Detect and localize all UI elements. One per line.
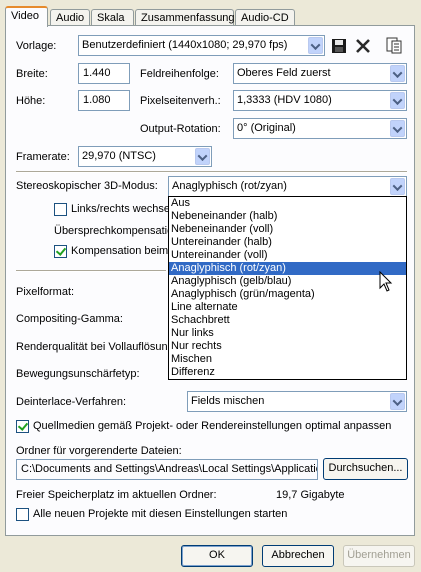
stereo-option[interactable]: Nur links [169,327,406,340]
deinterlace-value: Fields mischen [191,395,265,407]
speicher-label: Freier Speicherplatz im aktuellen Ordner… [16,489,217,501]
tab-skala[interactable]: Skala [91,9,134,26]
output-rotation-value: 0° (Original) [237,122,296,134]
ok-button[interactable]: OK [181,545,253,567]
chevron-down-icon [390,92,405,109]
alle-projekte-checkbox[interactable] [16,508,29,521]
feldreihenfolge-label: Feldreihenfolge: [140,68,219,80]
breite-label: Breite: [16,68,48,80]
stereo-option[interactable]: Anaglyphisch (grün/magenta) [169,288,406,301]
browse-button[interactable]: Durchsuchen... [323,458,408,480]
hoehe-label: Höhe: [16,95,46,107]
ordner-path-input[interactable]: C:\Documents and Settings\Andreas\Local … [16,459,318,480]
divider [16,270,166,272]
output-rotation-select[interactable]: 0° (Original) [233,118,407,139]
alle-projekte-label: Alle neuen Projekte mit diesen Einstellu… [33,508,288,520]
stereo-value: Anaglyphisch (rot/zyan) [172,180,287,192]
stereo-option[interactable]: Untereinander (voll) [169,249,406,262]
stereo-option[interactable]: Schachbrett [169,314,406,327]
ordner-label: Ordner für vorgerenderte Dateien: [16,445,182,457]
stereo-option[interactable]: Anaglyphisch (rot/zyan) [169,262,406,275]
bewegung-label: Bewegungsunschärfetyp: [16,368,140,380]
stereo-option[interactable]: Anaglyphisch (gelb/blau) [169,275,406,288]
quellmedien-label: Quellmedien gemäß Projekt- oder Renderei… [33,420,392,432]
stereo-option[interactable]: Line alternate [169,301,406,314]
pixelseitenverh-select[interactable]: 1,3333 (HDV 1080) [233,90,407,111]
vorlage-select[interactable]: Benutzerdefiniert (1440x1080; 29,970 fps… [78,35,325,56]
kompensation-label: Kompensation beim R [71,245,180,257]
stereo-option[interactable]: Differenz [169,366,406,379]
framerate-select[interactable]: 29,970 (NTSC) [78,146,212,167]
uebersprech-label: Übersprechkompensatio [54,225,174,237]
clipboard-icon[interactable] [385,36,403,54]
tab-video[interactable]: Video [5,6,48,27]
delete-icon[interactable] [354,37,372,55]
breite-input[interactable]: 1.440 [78,63,130,84]
output-rotation-label: Output-Rotation: [140,123,221,135]
tab-zusammenfassung[interactable]: Zusammenfassung [135,9,235,26]
compositing-label: Compositing-Gamma: [16,313,123,325]
chevron-down-icon [195,148,210,165]
deinterlace-label: Deinterlace-Verfahren: [16,396,127,408]
renderqualitaet-label: Renderqualität bei Vollauflösung [16,341,174,353]
deinterlace-select[interactable]: Fields mischen [187,391,407,412]
pixelseitenverh-label: Pixelseitenverh.: [140,95,221,107]
tab-audio-cd[interactable]: Audio-CD [235,9,295,26]
feldreihenfolge-value: Oberes Feld zuerst [237,67,331,79]
framerate-label: Framerate: [16,151,70,163]
vorlage-value: Benutzerdefiniert (1440x1080; 29,970 fps… [82,39,288,51]
stereo-option[interactable]: Untereinander (halb) [169,236,406,249]
stereo-option[interactable]: Nebeneinander (halb) [169,210,406,223]
hoehe-input[interactable]: 1.080 [78,90,130,111]
apply-button[interactable]: Übernehmen [343,545,415,567]
stereo-dropdown-list[interactable]: Aus Nebeneinander (halb) Nebeneinander (vo… [168,196,407,380]
stereo-option[interactable]: Aus [169,197,406,210]
vorlage-label: Vorlage: [16,40,57,52]
kompensation-checkbox[interactable] [54,245,67,258]
stereo-option[interactable]: Nebeneinander (voll) [169,223,406,236]
chevron-down-icon [390,178,405,195]
feldreihenfolge-select[interactable]: Oberes Feld zuerst [233,63,407,84]
divider [16,171,407,173]
links-rechts-checkbox[interactable] [54,203,67,216]
quellmedien-checkbox[interactable] [16,420,29,433]
save-icon[interactable] [330,37,348,55]
stereo-option[interactable]: Nur rechts [169,340,406,353]
tab-audio[interactable]: Audio [50,9,90,26]
speicher-value: 19,7 Gigabyte [276,489,345,501]
stereo-label: Stereoskopischer 3D-Modus: [16,180,158,192]
pixelseitenverh-value: 1,3333 (HDV 1080) [237,94,332,106]
chevron-down-icon [390,65,405,82]
stereo-option[interactable]: Mischen [169,353,406,366]
chevron-down-icon [308,37,323,54]
framerate-value: 29,970 (NTSC) [82,150,156,162]
links-rechts-label: Links/rechts wechsel [71,203,173,215]
cancel-button[interactable]: Abbrechen [262,545,334,567]
pixelformat-label: Pixelformat: [16,286,75,298]
chevron-down-icon [390,120,405,137]
mouse-cursor-icon [379,271,393,292]
chevron-down-icon [390,393,405,410]
stereo-select[interactable]: Anaglyphisch (rot/zyan) [168,176,407,197]
